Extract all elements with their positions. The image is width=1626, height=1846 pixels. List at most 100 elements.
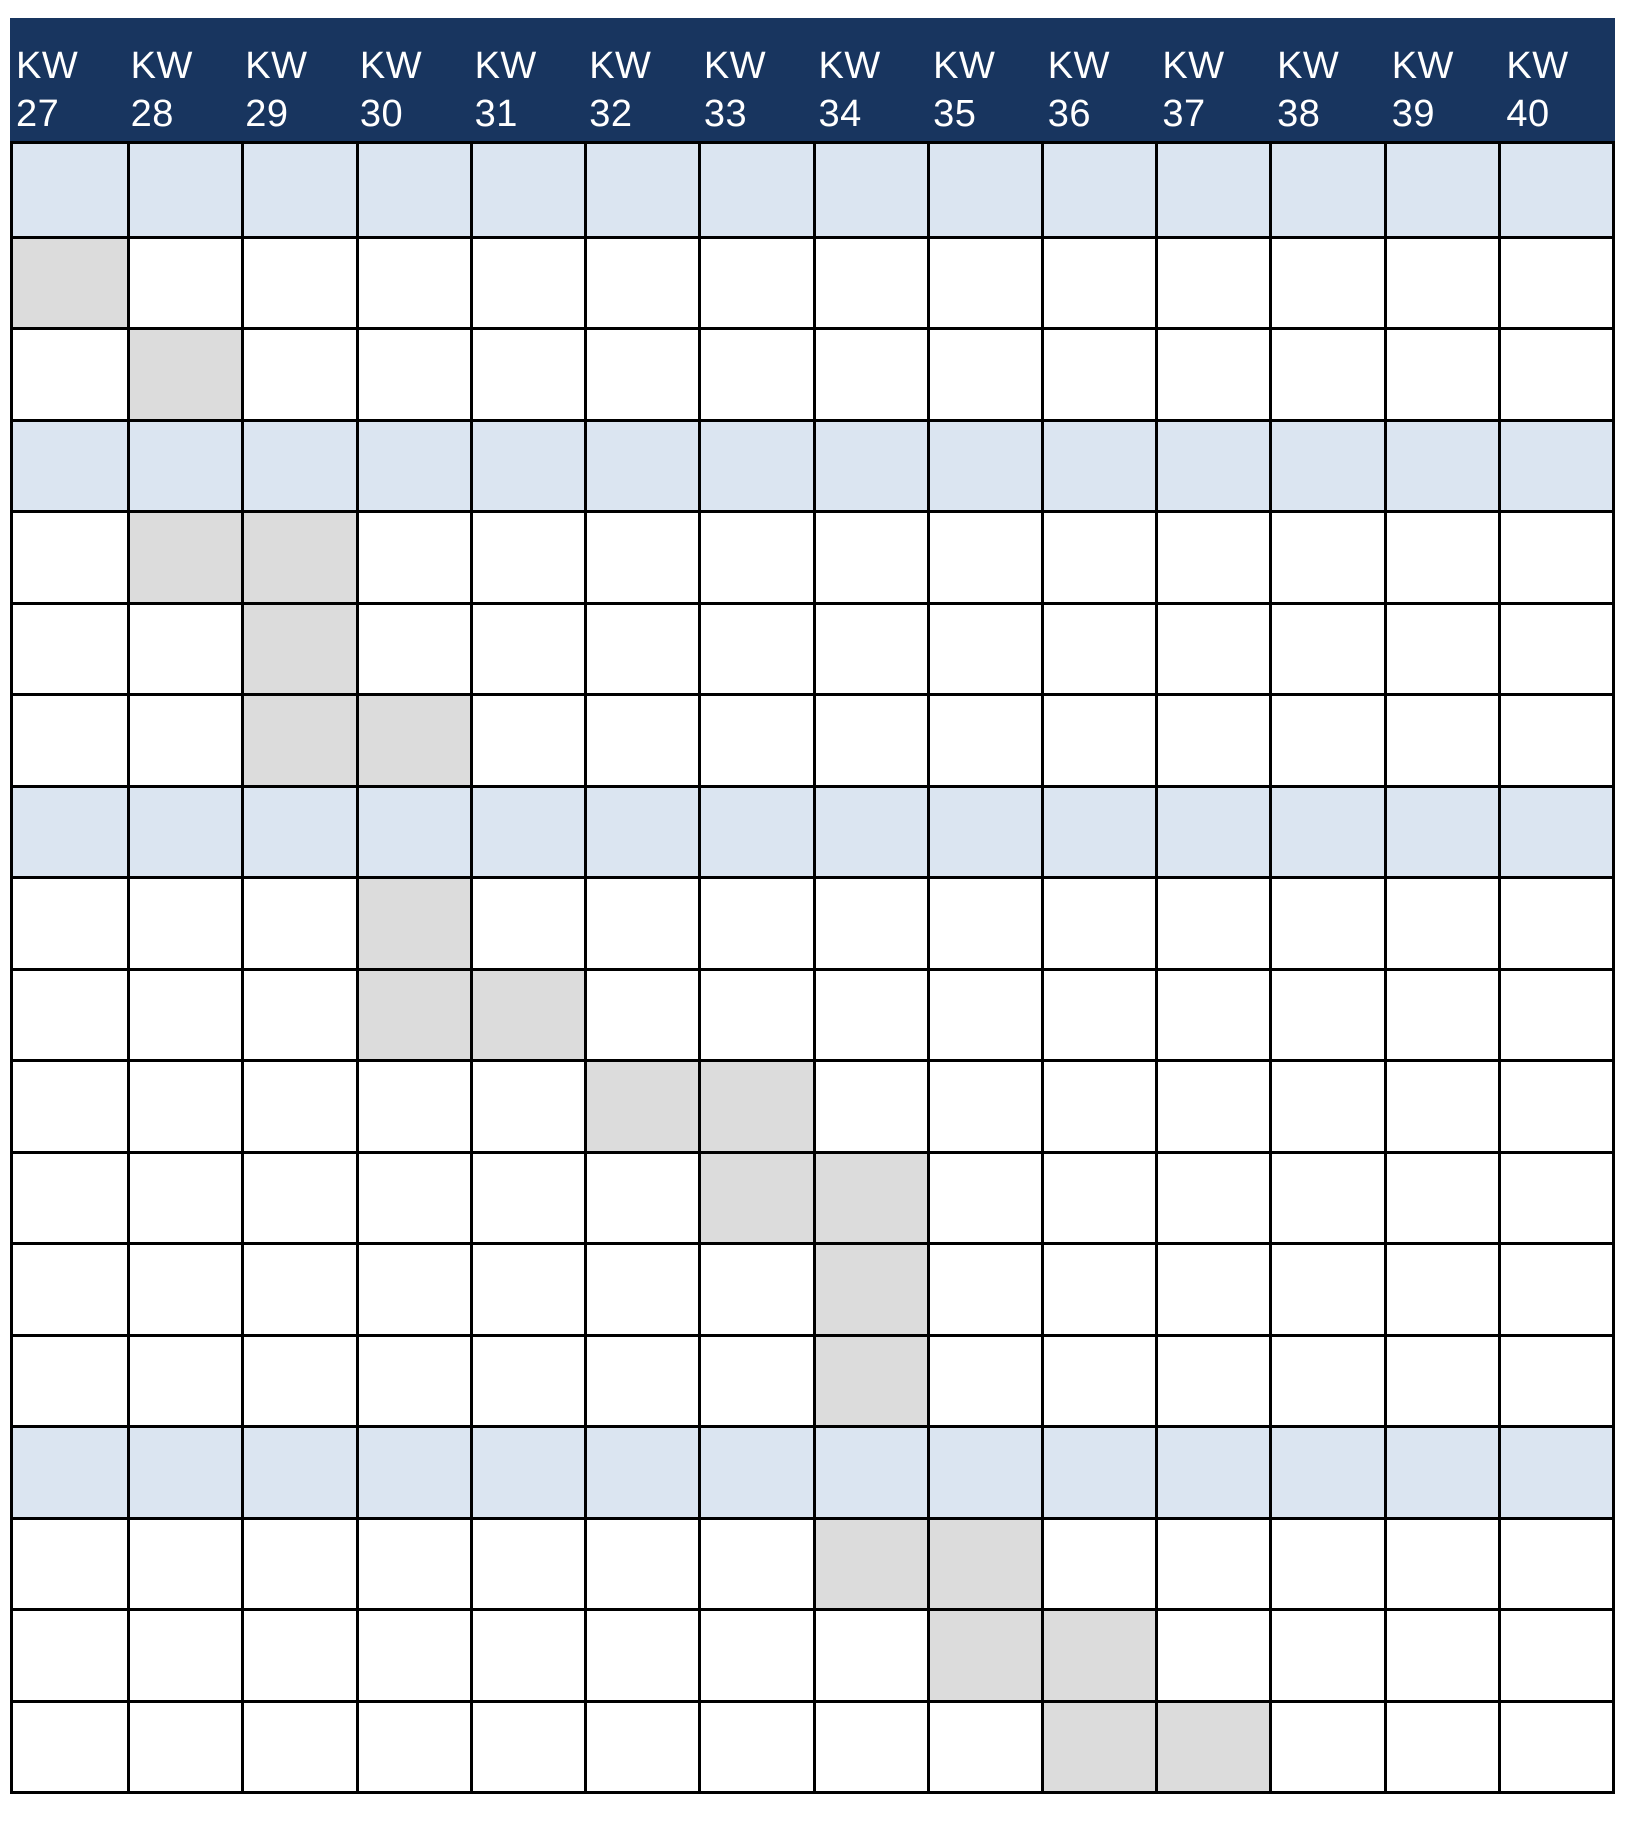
grid-cell	[812, 1702, 927, 1791]
week-number-label: 28	[130, 93, 174, 135]
week-prefix-label: KW	[1506, 45, 1569, 87]
week-number-label: 38	[1277, 93, 1321, 135]
task-bar-cell	[926, 1611, 1041, 1700]
grid-cell	[355, 1519, 470, 1608]
grid-cell	[1497, 879, 1612, 968]
grid-cell	[241, 879, 356, 968]
grid-cell	[812, 970, 927, 1059]
grid-cell	[1497, 1428, 1612, 1517]
grid-cell	[926, 513, 1041, 602]
task-bar-cell	[127, 330, 242, 419]
week-number-label: 36	[1047, 93, 1092, 135]
grid-cell	[1040, 1245, 1156, 1334]
grid-cell	[127, 421, 242, 510]
task-bar-cell	[241, 696, 356, 785]
grid-cell	[469, 787, 585, 876]
grid-cell	[13, 604, 128, 693]
grid-cell	[1155, 1428, 1270, 1517]
task-row	[13, 1699, 1612, 1791]
grid-cell	[241, 238, 356, 327]
grid-cell	[926, 879, 1041, 968]
grid-cell	[355, 513, 470, 602]
grid-cell	[241, 1336, 356, 1425]
task-row	[13, 327, 1612, 419]
grid-cell	[698, 696, 813, 785]
task-bar-cell	[812, 1336, 927, 1425]
week-header-cell: KW 30	[354, 18, 469, 141]
grid-cell	[1040, 604, 1156, 693]
grid-cell	[1497, 1153, 1612, 1242]
grid-cell	[1040, 787, 1156, 876]
grid-cell	[1040, 421, 1156, 510]
task-bar-cell	[1040, 1702, 1156, 1791]
grid-cell	[1383, 1245, 1498, 1334]
grid-cell	[1040, 513, 1156, 602]
week-number-label: 34	[818, 93, 862, 135]
grid-cell	[1383, 1428, 1498, 1517]
group-row	[13, 144, 1612, 236]
week-number-label: 27	[16, 93, 60, 135]
grid-cell	[1383, 1702, 1498, 1791]
grid-cell	[584, 330, 699, 419]
grid-cell	[1155, 513, 1270, 602]
grid-cell	[127, 1153, 242, 1242]
week-header-cell: KW 35	[927, 18, 1042, 141]
week-header-cell: KW 29	[239, 18, 354, 141]
grid-cell	[926, 1428, 1041, 1517]
grid-cell	[584, 970, 699, 1059]
task-bar-cell	[241, 513, 356, 602]
grid-cell	[1383, 970, 1498, 1059]
task-row	[13, 1242, 1612, 1334]
task-row	[13, 693, 1612, 785]
grid-cell	[1155, 879, 1270, 968]
grid-cell	[1383, 144, 1498, 236]
grid-cell	[469, 144, 585, 236]
grid-cell	[584, 787, 699, 876]
grid-cell	[127, 1336, 242, 1425]
task-row	[13, 1333, 1612, 1425]
grid-cell	[1269, 144, 1384, 236]
week-prefix-label: KW	[359, 45, 423, 87]
grid-cell	[13, 144, 128, 236]
grid-cell	[13, 421, 128, 510]
grid-cell	[127, 1428, 242, 1517]
grid-cell	[698, 144, 813, 236]
grid-cell	[584, 879, 699, 968]
grid-cell	[1269, 696, 1384, 785]
grid-cell	[1383, 787, 1498, 876]
grid-cell	[355, 1702, 470, 1791]
grid-cell	[1155, 1153, 1270, 1242]
task-row	[13, 1608, 1612, 1700]
grid-cell	[1040, 1428, 1156, 1517]
task-bar-cell	[13, 238, 128, 327]
grid-cell	[355, 787, 470, 876]
grid-cell	[469, 1519, 585, 1608]
grid-cell	[1155, 787, 1270, 876]
task-row	[13, 876, 1612, 968]
grid-cell	[127, 879, 242, 968]
grid-cell	[241, 1245, 356, 1334]
grid-cell	[584, 1153, 699, 1242]
grid-cell	[355, 238, 470, 327]
grid-cell	[698, 1336, 813, 1425]
grid-cell	[698, 1428, 813, 1517]
grid-cell	[127, 1519, 242, 1608]
grid-cell	[1497, 696, 1612, 785]
grid-cell	[1383, 879, 1498, 968]
grid-cell	[698, 1702, 813, 1791]
grid-cell	[1269, 1428, 1384, 1517]
grid-cell	[584, 513, 699, 602]
grid-cell	[1497, 1519, 1612, 1608]
grid-cell	[127, 1062, 242, 1151]
week-header-row: KW 27 KW 28 KW 29 KW 30 KW 31 KW 32 KW 33 KW 34 KW 35 KW 36…	[10, 18, 1615, 144]
grid-cell	[1040, 879, 1156, 968]
grid-cell	[241, 787, 356, 876]
grid-cell	[469, 1245, 585, 1334]
grid-cell	[1269, 513, 1384, 602]
week-prefix-label: KW	[1391, 45, 1454, 87]
grid-cell	[1497, 513, 1612, 602]
week-number-label: 39	[1391, 93, 1435, 135]
grid-cell	[698, 513, 813, 602]
grid-cell	[241, 330, 356, 419]
week-number-label: 35	[933, 93, 977, 135]
